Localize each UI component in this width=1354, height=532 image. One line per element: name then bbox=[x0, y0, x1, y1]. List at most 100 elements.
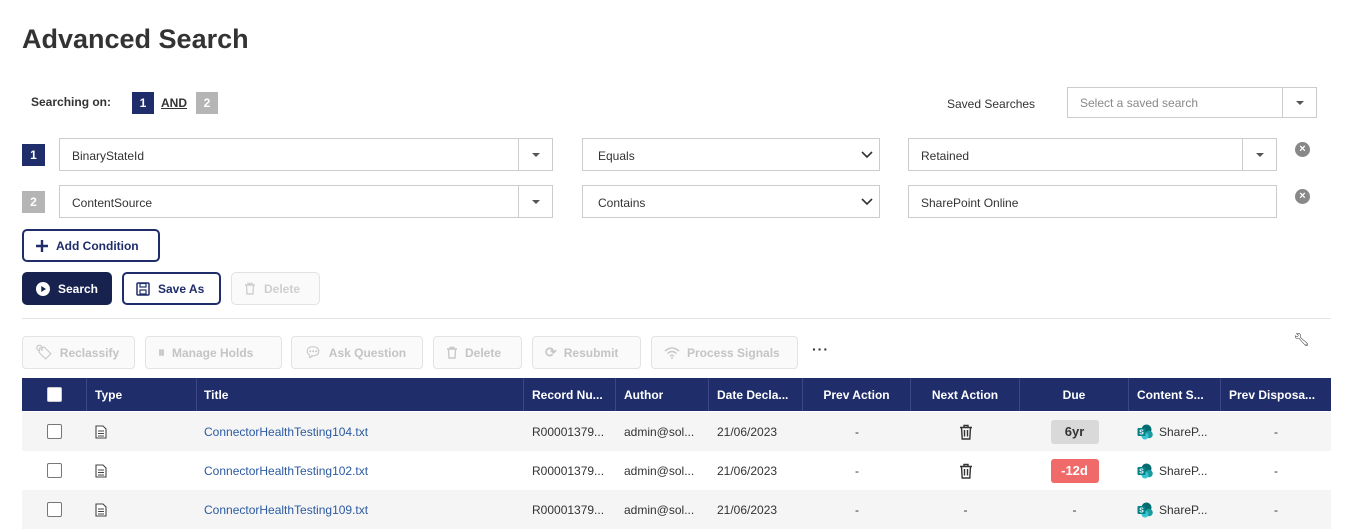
row-checkbox[interactable] bbox=[47, 424, 62, 439]
ask-question-label: Ask Question bbox=[328, 345, 407, 360]
trash-icon bbox=[245, 282, 255, 295]
manage-holds-button[interactable]: ⏸︎ Manage Holds bbox=[145, 336, 282, 369]
sharepoint-icon: S bbox=[1137, 463, 1153, 478]
date-declared: 21/06/2023 bbox=[717, 502, 778, 517]
record-title-link[interactable]: ConnectorHealthTesting104.txt bbox=[204, 425, 368, 439]
sharepoint-icon: S bbox=[1137, 424, 1153, 439]
svg-text:S: S bbox=[1139, 468, 1144, 475]
resubmit-button[interactable]: ⟳ Resubmit bbox=[532, 336, 641, 369]
condition-badge-1[interactable]: 1 bbox=[132, 92, 154, 114]
search-button[interactable]: Search bbox=[22, 272, 112, 305]
saved-search-placeholder: Select a saved search bbox=[1080, 96, 1199, 110]
column-date-declared[interactable]: Date Decla... bbox=[709, 378, 803, 411]
refresh-icon: ⟳ bbox=[545, 344, 557, 360]
column-content-source[interactable]: Content S... bbox=[1129, 378, 1221, 411]
delete-search-label: Delete bbox=[264, 281, 301, 296]
table-row[interactable]: ConnectorHealthTesting102.txt R00001379.… bbox=[22, 451, 1331, 490]
column-title[interactable]: Title bbox=[197, 378, 524, 411]
more-actions-button[interactable]: ··· bbox=[812, 341, 829, 357]
floppy-disk-icon bbox=[136, 281, 150, 296]
trash-icon bbox=[959, 463, 972, 479]
process-signals-button[interactable]: Process Signals bbox=[651, 336, 798, 369]
record-number: R00001379... bbox=[532, 424, 605, 439]
saved-search-dropdown-button[interactable] bbox=[1282, 88, 1316, 117]
condition-1-number: 1 bbox=[22, 144, 45, 166]
table-row[interactable]: ConnectorHealthTesting104.txt R00001379.… bbox=[22, 412, 1331, 451]
record-number: R00001379... bbox=[532, 502, 605, 517]
play-circle-icon bbox=[36, 281, 50, 296]
caret-down-icon bbox=[531, 152, 540, 157]
due-badge: -12d bbox=[1050, 458, 1099, 483]
record-title-link[interactable]: ConnectorHealthTesting109.txt bbox=[204, 503, 368, 517]
reclassify-button[interactable]: 🏷︎ Reclassify bbox=[22, 336, 135, 369]
wifi-icon bbox=[664, 346, 680, 359]
search-label: Search bbox=[57, 281, 98, 296]
condition-2-field-value: ContentSource bbox=[72, 196, 153, 210]
manage-holds-label: Manage Holds bbox=[172, 345, 254, 360]
select-all-cell bbox=[22, 378, 87, 411]
condition-1-field-value: BinaryStateId bbox=[72, 149, 145, 163]
chevron-down-icon bbox=[861, 151, 873, 159]
prev-disposal: - bbox=[1274, 502, 1278, 517]
column-due[interactable]: Due bbox=[1020, 378, 1129, 411]
condition-2-value-input[interactable]: SharePoint Online bbox=[908, 185, 1277, 218]
trash-icon bbox=[959, 424, 972, 440]
author: admin@sol... bbox=[624, 502, 695, 517]
prev-disposal: - bbox=[1274, 424, 1278, 439]
table-header: Type Title Record Nu... Author Date Decl… bbox=[22, 378, 1331, 411]
delete-search-button[interactable]: Delete bbox=[231, 272, 320, 305]
document-icon bbox=[95, 463, 107, 478]
document-icon bbox=[95, 502, 107, 517]
column-record-number[interactable]: Record Nu... bbox=[524, 378, 616, 411]
prev-action: - bbox=[855, 502, 859, 517]
content-source: ShareP... bbox=[1159, 424, 1208, 439]
condition-1-value-select[interactable]: Retained bbox=[908, 138, 1277, 171]
remove-condition-1-icon[interactable]: × bbox=[1295, 142, 1310, 157]
logic-operator-link[interactable]: AND bbox=[161, 96, 187, 110]
content-source: ShareP... bbox=[1159, 502, 1208, 517]
row-checkbox[interactable] bbox=[47, 463, 62, 478]
row-checkbox[interactable] bbox=[47, 502, 62, 517]
column-prev-disposal[interactable]: Prev Disposa... bbox=[1221, 378, 1331, 411]
condition-1-operator-value: Equals bbox=[598, 149, 635, 163]
condition-2-value: SharePoint Online bbox=[921, 196, 1019, 210]
svg-text:S: S bbox=[1139, 507, 1144, 514]
column-author[interactable]: Author bbox=[616, 378, 709, 411]
date-declared: 21/06/2023 bbox=[717, 424, 778, 439]
column-prev-action[interactable]: Prev Action bbox=[803, 378, 911, 411]
author: admin@sol... bbox=[624, 424, 695, 439]
condition-1-operator-select[interactable]: Equals bbox=[582, 138, 880, 171]
add-condition-button[interactable]: Add Condition bbox=[22, 229, 160, 262]
content-source: ShareP... bbox=[1159, 463, 1208, 478]
prev-action: - bbox=[855, 463, 859, 478]
delete-records-button[interactable]: Delete bbox=[433, 336, 522, 369]
plus-icon bbox=[36, 239, 48, 252]
comments-icon: 💬︎ bbox=[304, 344, 322, 360]
save-as-button[interactable]: Save As bbox=[122, 272, 221, 305]
condition-1-value-dropdown[interactable] bbox=[1242, 139, 1276, 170]
saved-search-select[interactable]: Select a saved search bbox=[1067, 87, 1317, 118]
add-condition-label: Add Condition bbox=[56, 238, 139, 253]
record-title-link[interactable]: ConnectorHealthTesting102.txt bbox=[204, 464, 368, 478]
record-number: R00001379... bbox=[532, 463, 605, 478]
due-value: - bbox=[1072, 502, 1077, 517]
table-row[interactable]: ConnectorHealthTesting109.txt R00001379.… bbox=[22, 490, 1331, 529]
remove-condition-2-icon[interactable]: × bbox=[1295, 189, 1310, 204]
ask-question-button[interactable]: 💬︎ Ask Question bbox=[291, 336, 423, 369]
due-badge: 6yr bbox=[1050, 419, 1099, 444]
condition-1-field-dropdown[interactable] bbox=[518, 139, 552, 170]
condition-2-operator-value: Contains bbox=[598, 196, 646, 210]
condition-2-field-dropdown[interactable] bbox=[518, 186, 552, 217]
condition-2-operator-select[interactable]: Contains bbox=[582, 185, 880, 218]
select-all-checkbox[interactable] bbox=[46, 387, 62, 402]
condition-2-field-select[interactable]: ContentSource bbox=[59, 185, 553, 218]
caret-down-icon bbox=[531, 199, 540, 204]
condition-1-field-select[interactable]: BinaryStateId bbox=[59, 138, 553, 171]
chevron-down-icon bbox=[861, 198, 873, 206]
wrench-icon[interactable]: 🔧︎ bbox=[1293, 332, 1310, 348]
condition-badge-2[interactable]: 2 bbox=[196, 92, 218, 114]
prev-disposal: - bbox=[1274, 463, 1278, 478]
tags-icon: 🏷︎ bbox=[35, 344, 53, 360]
column-next-action[interactable]: Next Action bbox=[911, 378, 1020, 411]
column-type[interactable]: Type bbox=[87, 378, 197, 411]
